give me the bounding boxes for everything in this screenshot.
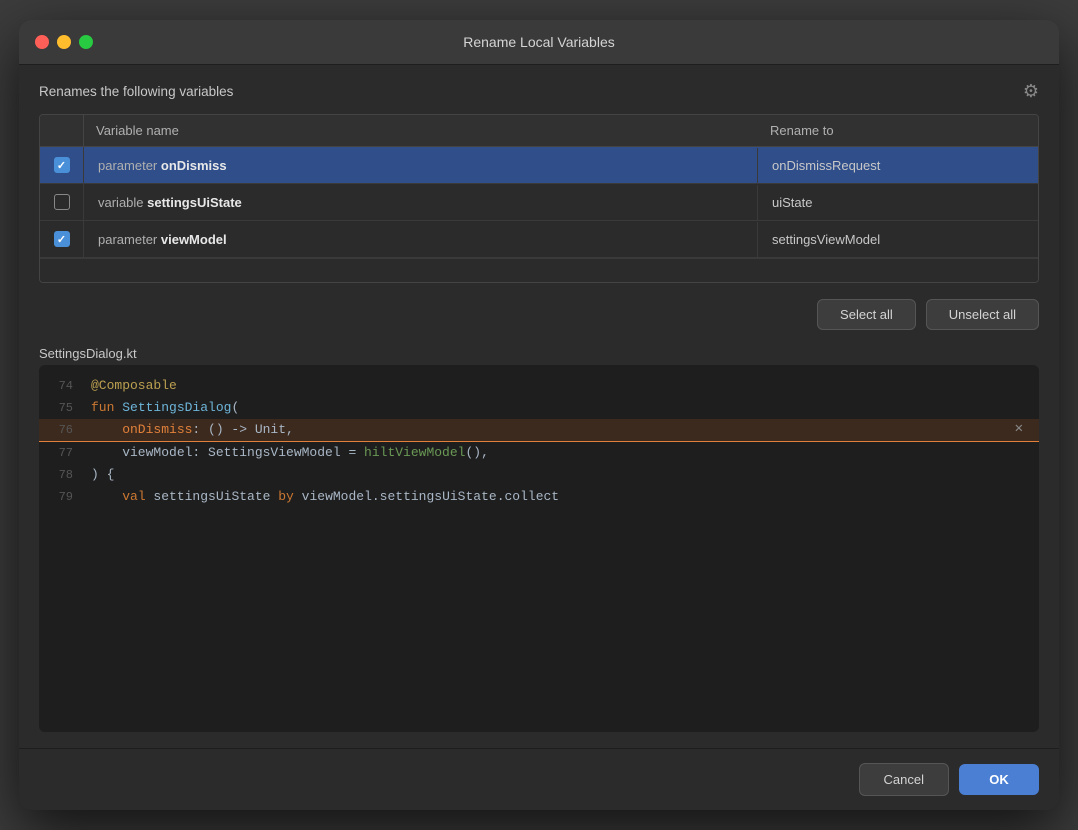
table-spacer [40, 258, 1038, 282]
checkbox-header-col [40, 115, 84, 146]
dialog-body: Renames the following variables ⚙ Variab… [19, 65, 1059, 748]
checkbox-cell-3[interactable] [40, 221, 84, 257]
code-line-76: 76 onDismiss: () -> Unit, ✕ [39, 419, 1039, 442]
line-content-76: onDismiss: () -> Unit, [91, 419, 1039, 441]
line-content-74: @Composable [91, 375, 1039, 397]
variable-name-header: Variable name [84, 115, 758, 146]
line-content-77: viewModel: SettingsViewModel = hiltViewM… [91, 442, 1039, 464]
dialog-title: Rename Local Variables [463, 34, 615, 50]
line-num-75: 75 [39, 398, 91, 418]
line-num-74: 74 [39, 376, 91, 396]
line-num-79: 79 [39, 487, 91, 507]
type-prefix-3: parameter [98, 232, 161, 247]
selection-buttons-row: Select all Unselect all [39, 295, 1039, 334]
code-line-75: 75 fun SettingsDialog( [39, 397, 1039, 419]
code-lines: 74 @Composable 75 fun SettingsDialog( 76… [39, 365, 1039, 519]
type-prefix-1: parameter [98, 158, 161, 173]
var-name-3: viewModel [161, 232, 227, 247]
code-line-74: 74 @Composable [39, 375, 1039, 397]
checkbox-cell-2[interactable] [40, 184, 84, 220]
code-line-79: 79 val settingsUiState by viewModel.sett… [39, 486, 1039, 508]
line-num-76: 76 [39, 420, 91, 440]
row-3-checkbox[interactable] [54, 231, 70, 247]
rename-cell-2: uiState [758, 185, 1038, 220]
minimize-button[interactable] [57, 35, 71, 49]
select-all-button[interactable]: Select all [817, 299, 916, 330]
var-name-cell-2: variable settingsUiState [84, 185, 758, 220]
line-content-79: val settingsUiState by viewModel.setting… [91, 486, 1039, 508]
table-header: Variable name Rename to [40, 115, 1038, 147]
checkbox-cell-1[interactable] [40, 147, 84, 183]
code-section: SettingsDialog.kt 74 @Composable 75 fun … [39, 346, 1039, 732]
table-row: parameter viewModel settingsViewModel [40, 221, 1038, 258]
file-name-label: SettingsDialog.kt [39, 346, 1039, 361]
code-line-77: 77 viewModel: SettingsViewModel = hiltVi… [39, 442, 1039, 464]
var-name-2: settingsUiState [147, 195, 242, 210]
line-content-78: ) { [91, 464, 1039, 486]
close-button[interactable] [35, 35, 49, 49]
rename-to-header: Rename to [758, 115, 1038, 146]
line-num-78: 78 [39, 465, 91, 485]
cancel-button[interactable]: Cancel [859, 763, 949, 796]
var-name-cell-3: parameter viewModel [84, 222, 758, 257]
maximize-button[interactable] [79, 35, 93, 49]
table-row: parameter onDismiss onDismissRequest [40, 147, 1038, 184]
rename-cell-1: onDismissRequest [758, 148, 1038, 183]
unselect-all-button[interactable]: Unselect all [926, 299, 1039, 330]
variables-table: Variable name Rename to parameter onDism… [39, 114, 1039, 283]
line-num-77: 77 [39, 443, 91, 463]
ok-button[interactable]: OK [959, 764, 1039, 795]
type-prefix-2: variable [98, 195, 147, 210]
traffic-lights [35, 35, 93, 49]
header-row: Renames the following variables ⚙ [39, 81, 1039, 102]
description-text: Renames the following variables [39, 84, 233, 99]
code-line-78: 78 ) { [39, 464, 1039, 486]
row-2-checkbox[interactable] [54, 194, 70, 210]
dialog-footer: Cancel OK [19, 748, 1059, 810]
table-row: variable settingsUiState uiState [40, 184, 1038, 221]
settings-icon[interactable]: ⚙ [1023, 81, 1039, 102]
code-block: 74 @Composable 75 fun SettingsDialog( 76… [39, 365, 1039, 732]
row-1-checkbox[interactable] [54, 157, 70, 173]
rename-dialog: Rename Local Variables Renames the follo… [19, 20, 1059, 810]
var-name-1: onDismiss [161, 158, 227, 173]
var-name-cell-1: parameter onDismiss [84, 148, 758, 183]
rename-cell-3: settingsViewModel [758, 222, 1038, 257]
title-bar: Rename Local Variables [19, 20, 1059, 65]
line-content-75: fun SettingsDialog( [91, 397, 1039, 419]
close-highlight-button[interactable]: ✕ [1015, 418, 1023, 442]
